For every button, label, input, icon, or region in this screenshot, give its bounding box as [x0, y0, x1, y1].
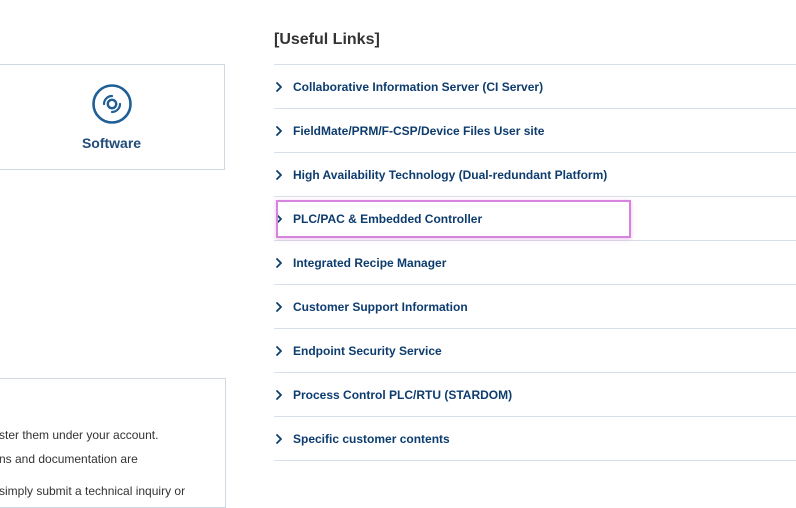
link-item-recipe-manager[interactable]: Integrated Recipe Manager [274, 241, 796, 285]
link-label[interactable]: Customer Support Information [293, 300, 468, 314]
link-label[interactable]: Collaborative Information Server (CI Ser… [293, 80, 543, 94]
link-label[interactable]: Integrated Recipe Manager [293, 256, 446, 270]
link-label[interactable]: Process Control PLC/RTU (STARDOM) [293, 388, 512, 402]
chevron-right-icon [276, 125, 282, 136]
info-text-line: ns and documentation are [0, 452, 138, 466]
link-label[interactable]: Specific customer contents [293, 432, 450, 446]
info-text-line: ster them under your account. [0, 428, 159, 442]
info-card: ster them under your account. ns and doc… [0, 378, 226, 508]
useful-links-heading: [Useful Links] [274, 31, 380, 48]
link-item-specific-customer[interactable]: Specific customer contents [274, 417, 796, 461]
info-text-line: simply submit a technical inquiry or [0, 484, 186, 498]
software-card[interactable]: Software [0, 64, 225, 170]
link-item-fieldmate[interactable]: FieldMate/PRM/F-CSP/Device Files User si… [274, 109, 796, 153]
chevron-right-icon [276, 81, 282, 92]
link-item-customer-support[interactable]: Customer Support Information [274, 285, 796, 329]
link-label[interactable]: Endpoint Security Service [293, 344, 442, 358]
link-item-ci-server[interactable]: Collaborative Information Server (CI Ser… [274, 65, 796, 109]
chevron-right-icon [276, 433, 282, 444]
chevron-right-icon [276, 301, 282, 312]
link-label[interactable]: PLC/PAC & Embedded Controller [293, 212, 482, 226]
disc-icon [91, 84, 132, 124]
useful-links-list: Collaborative Information Server (CI Ser… [274, 64, 796, 461]
link-label[interactable]: High Availability Technology (Dual-redun… [293, 168, 607, 182]
link-item-endpoint-security[interactable]: Endpoint Security Service [274, 329, 796, 373]
link-item-plc-pac[interactable]: PLC/PAC & Embedded Controller [274, 197, 796, 241]
chevron-right-icon [276, 169, 282, 180]
chevron-right-icon [276, 257, 282, 268]
chevron-right-icon [276, 213, 282, 224]
chevron-right-icon [276, 345, 282, 356]
link-label[interactable]: FieldMate/PRM/F-CSP/Device Files User si… [293, 124, 544, 138]
link-item-stardom[interactable]: Process Control PLC/RTU (STARDOM) [274, 373, 796, 417]
chevron-right-icon [276, 389, 282, 400]
link-item-high-availability[interactable]: High Availability Technology (Dual-redun… [274, 153, 796, 197]
software-label: Software [81, 135, 142, 151]
